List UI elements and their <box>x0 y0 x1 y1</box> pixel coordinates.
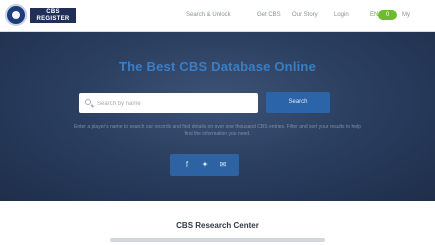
hero-title: The Best CBS Database Online <box>118 59 317 74</box>
facebook-icon[interactable]: f <box>182 160 192 170</box>
nav-item-our-story[interactable]: Our Story <box>292 12 318 18</box>
search-input[interactable] <box>95 96 257 112</box>
account-menu[interactable]: My <box>402 12 410 18</box>
search-box[interactable] <box>79 93 258 113</box>
section-subtitle-placeholder <box>110 238 325 242</box>
brand-logo[interactable]: CBS REGISTER <box>30 8 76 23</box>
section-title: CBS Research Center <box>176 221 259 230</box>
top-navigation-bar: CBS REGISTER Search & Unlock Get CBS Our… <box>0 0 435 32</box>
twitter-icon[interactable]: ✦ <box>200 160 210 170</box>
nav-item-get-cbs[interactable]: Get CBS <box>257 12 281 18</box>
search-icon <box>85 99 91 105</box>
nav-item-login[interactable]: Login <box>334 12 349 18</box>
seal-logo-icon[interactable] <box>5 4 27 26</box>
hero-description: Enter a player's name to search our reco… <box>74 124 361 137</box>
social-links: f ✦ ✉ <box>170 154 239 176</box>
email-icon[interactable]: ✉ <box>218 160 228 170</box>
search-button[interactable]: Search <box>266 92 330 113</box>
cart-badge[interactable]: 0 <box>378 10 397 20</box>
nav-item-search-unlock[interactable]: Search & Unlock <box>186 12 231 18</box>
